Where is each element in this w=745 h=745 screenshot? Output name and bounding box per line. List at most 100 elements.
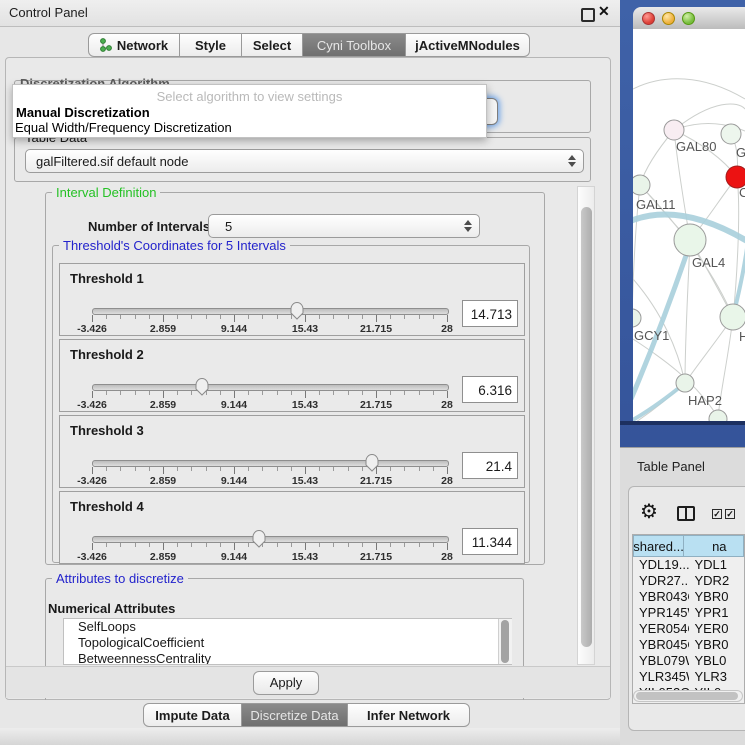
window-bottom-strip (0, 728, 620, 745)
threshold-label: Threshold 1 (70, 271, 144, 286)
tick-label: 2.859 (150, 551, 176, 563)
tab-label: Infer Network (367, 708, 450, 723)
threshold-slider-thumb[interactable] (194, 377, 210, 396)
attribute-list-item[interactable]: SelfLoops (64, 619, 511, 635)
table-row[interactable]: YBR043CYBR0 (633, 589, 744, 605)
table-row[interactable]: YBL079WYBL0 (633, 653, 744, 669)
threshold-slider-track[interactable] (92, 460, 449, 467)
tick-label: 9.144 (221, 475, 247, 487)
tab-label: Cyni Toolbox (317, 38, 391, 53)
column-header[interactable]: shared... (633, 535, 684, 557)
tab-discretize-data[interactable]: Discretize Data (242, 703, 348, 727)
column-header[interactable]: na (684, 535, 744, 557)
table-row[interactable]: YBR045CYBR0 (633, 637, 744, 653)
gear-icon[interactable]: ⚙ (640, 502, 658, 522)
close-icon[interactable]: ✕ (598, 3, 610, 20)
tick-label: 2.859 (150, 323, 176, 335)
table-row[interactable]: YER054CYER0 (633, 621, 744, 637)
threshold-slider-thumb[interactable] (289, 301, 305, 320)
numerical-attributes-list[interactable]: SelfLoopsTopologicalCoefficientBetweenne… (63, 618, 512, 665)
thresholds-group: Threshold's Coordinates for 5 Intervals … (52, 245, 530, 563)
network-node[interactable] (633, 309, 641, 327)
attribute-list-item[interactable]: BetweennessCentrality (64, 651, 511, 665)
threshold-value-field[interactable]: 21.4 (462, 452, 518, 479)
threshold-slider-thumb[interactable] (364, 453, 380, 472)
table-cell: YLR345W (633, 669, 689, 685)
threshold-slider-track[interactable] (92, 384, 449, 391)
dropdown-option-equal-width[interactable]: Equal Width/Frequency Discretization (15, 120, 232, 135)
tab-jactivemnodules[interactable]: jActiveMNodules (406, 33, 530, 57)
interval-definition-title: Interval Definition (52, 185, 160, 200)
tab-infer-network[interactable]: Infer Network (348, 703, 470, 727)
table-cell: YBR0 (689, 637, 745, 653)
table-row[interactable]: YLR345WYLR3 (633, 669, 744, 685)
threshold-value-field[interactable]: 14.713 (462, 300, 518, 327)
network-edge[interactable] (633, 79, 745, 99)
table-cell: YBL079W (633, 653, 689, 669)
settings-scrollbar-thumb[interactable] (581, 207, 592, 647)
attributes-scrollbar[interactable] (498, 619, 512, 664)
numerical-attributes-label: Numerical Attributes (48, 601, 175, 616)
attribute-list-item[interactable]: TopologicalCoefficient (64, 635, 511, 651)
tab-network[interactable]: Network (88, 33, 180, 57)
tab-label: Network (117, 38, 168, 53)
table-cell: YER0 (689, 621, 745, 637)
threshold-block: Threshold 1 -3.4262.8599.14415.4321.7152… (59, 263, 525, 336)
threshold-slider-track[interactable] (92, 308, 449, 315)
zoom-traffic-light-icon[interactable] (682, 12, 695, 25)
network-node[interactable] (709, 410, 727, 421)
table-row[interactable]: YDL19...YDL1 (633, 557, 744, 573)
tick-label: 28 (441, 475, 453, 487)
threshold-slider-track[interactable] (92, 536, 449, 543)
float-window-icon[interactable] (581, 8, 595, 22)
checkbox-all-icon[interactable]: ✓ (712, 509, 722, 519)
network-window-titlebar[interactable] (633, 7, 745, 30)
node-label: GA (736, 145, 745, 160)
threshold-slider-thumb[interactable] (251, 529, 267, 548)
dropdown-option-manual[interactable]: Manual Discretization (16, 105, 150, 120)
columns-icon[interactable] (677, 506, 695, 521)
tab-label: Style (195, 38, 226, 53)
node-label: GAL4 (692, 255, 725, 270)
tab-select[interactable]: Select (242, 33, 303, 57)
dropdown-placeholder-option[interactable]: Select algorithm to view settings (13, 89, 486, 104)
node-label: C (739, 185, 745, 200)
minimize-traffic-light-icon[interactable] (662, 12, 675, 25)
settings-scrollbar-track[interactable] (577, 186, 595, 665)
network-node[interactable] (721, 124, 741, 144)
close-traffic-light-icon[interactable] (642, 12, 655, 25)
tick-label: 9.144 (221, 323, 247, 335)
tick-label: -3.426 (77, 399, 107, 411)
table-header-row[interactable]: shared...na (633, 535, 744, 557)
threshold-value-field[interactable]: 11.344 (462, 528, 518, 555)
apply-button[interactable]: Apply (253, 671, 319, 695)
number-of-intervals-combobox[interactable]: 5 (208, 214, 480, 238)
table-row[interactable]: YDR27...YDR2 (633, 573, 744, 589)
network-node[interactable] (720, 304, 745, 330)
tick-label: -3.426 (77, 323, 107, 335)
network-node[interactable] (633, 175, 650, 195)
network-node[interactable] (664, 120, 684, 140)
network-edge[interactable] (633, 383, 685, 421)
threshold-value-field[interactable]: 6.316 (462, 376, 518, 403)
network-node[interactable] (676, 374, 694, 392)
threshold-block: Threshold 3 -3.4262.8599.14415.4321.7152… (59, 415, 525, 488)
table-row[interactable]: YPR145WYPR1 (633, 605, 744, 621)
tab-style[interactable]: Style (180, 33, 242, 57)
table-hscrollbar[interactable] (633, 690, 743, 702)
tick-label: 15.43 (292, 399, 318, 411)
tick-label: -3.426 (77, 475, 107, 487)
combo-stepper-icon (461, 220, 475, 232)
tab-cyni-toolbox[interactable]: Cyni Toolbox (303, 33, 406, 57)
network-node[interactable] (674, 224, 706, 256)
checkbox-some-icon[interactable]: ✓ (725, 509, 735, 519)
application-window: Control Panel ✕ NetworkStyleSelectCyni T… (0, 0, 745, 745)
network-canvas[interactable]: GAL80GACGAL11GAL4GCY1HHAP2 (633, 29, 745, 421)
discretization-algorithm-label: Discretization Algorithm (20, 75, 240, 84)
tab-impute-data[interactable]: Impute Data (143, 703, 242, 727)
table-cell: YBR043C (633, 589, 689, 605)
table-data-combobox[interactable]: galFiltered.sif default node (25, 149, 584, 173)
node-table[interactable]: shared...na YDL19...YDL1YDR27...YDR2YBR0… (632, 534, 745, 704)
table-hscrollbar-thumb[interactable] (636, 692, 738, 700)
table-cell: YLR3 (689, 669, 745, 685)
